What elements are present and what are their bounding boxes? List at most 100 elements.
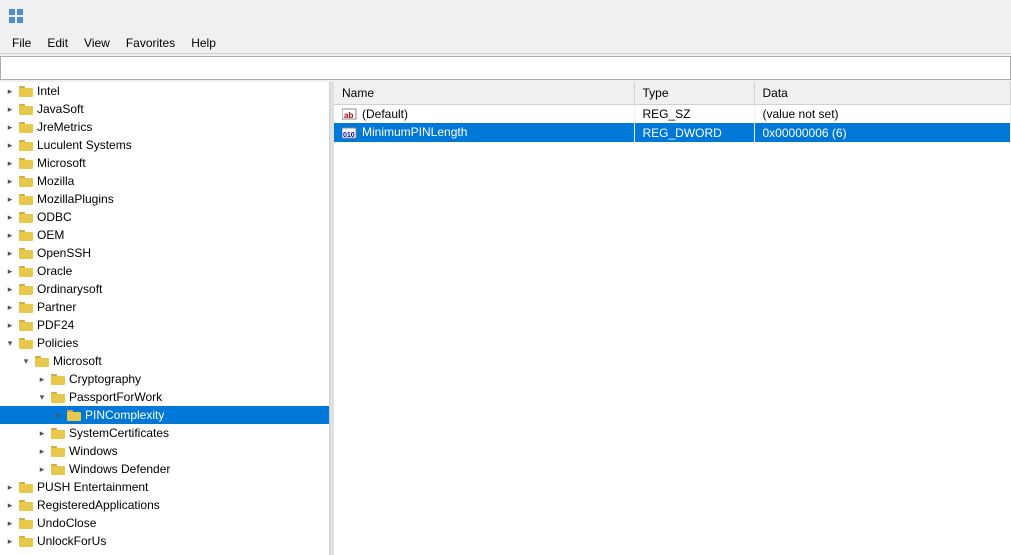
tree-item-mozilla[interactable]: ▸ Mozilla bbox=[0, 172, 329, 190]
folder-icon-pdf24 bbox=[18, 318, 34, 332]
tree-item-passportforwork[interactable]: ▾PassportForWork bbox=[0, 388, 329, 406]
expander-javasoft[interactable]: ▸ bbox=[2, 101, 18, 117]
tree-item-push[interactable]: ▸ PUSH Entertainment bbox=[0, 478, 329, 496]
expander-unlockforus[interactable]: ▸ bbox=[2, 533, 18, 549]
tree-pane[interactable]: ▸Intel▸JavaSoft▸JreMetrics▸Luculent Syst… bbox=[0, 82, 330, 555]
expander-pol-microsoft[interactable]: ▾ bbox=[18, 353, 34, 369]
minimize-button[interactable] bbox=[861, 0, 907, 32]
tree-item-unlockforus[interactable]: ▸UnlockForUs bbox=[0, 532, 329, 550]
folder-icon-pincomplexity bbox=[66, 408, 82, 422]
tree-label-partner: Partner bbox=[37, 298, 76, 316]
menu-view[interactable]: View bbox=[76, 34, 118, 52]
cell-name-minpinlength: 010 MinimumPINLength bbox=[334, 123, 634, 142]
tree-item-pdf24[interactable]: ▸ PDF24 bbox=[0, 316, 329, 334]
bin-icon: 010 bbox=[342, 126, 358, 140]
tree-label-microsoft: Microsoft bbox=[37, 154, 86, 172]
tree-item-registeredapps[interactable]: ▸RegisteredApplications bbox=[0, 496, 329, 514]
expander-policies[interactable]: ▾ bbox=[2, 335, 18, 351]
folder-icon-unlockforus bbox=[18, 534, 34, 548]
tree-item-openssh[interactable]: ▸OpenSSH bbox=[0, 244, 329, 262]
tree-label-pincomplexity: PINComplexity bbox=[85, 406, 164, 424]
tree-item-policies[interactable]: ▾Policies bbox=[0, 334, 329, 352]
expander-openssh[interactable]: ▸ bbox=[2, 245, 18, 261]
table-row[interactable]: 010 MinimumPINLength REG_DWORD0x00000006 (… bbox=[334, 123, 1011, 142]
expander-cryptography[interactable]: ▸ bbox=[34, 371, 50, 387]
tree-item-partner[interactable]: ▸ Partner bbox=[0, 298, 329, 316]
folder-icon-jremetrics bbox=[18, 120, 34, 134]
folder-icon-push bbox=[18, 480, 34, 494]
close-button[interactable] bbox=[957, 0, 1003, 32]
expander-oem[interactable]: ▸ bbox=[2, 227, 18, 243]
address-bar[interactable] bbox=[0, 56, 1011, 80]
cell-data-minpinlength: 0x00000006 (6) bbox=[754, 123, 1011, 142]
expander-microsoft[interactable]: ▸ bbox=[2, 155, 18, 171]
expander-systemcerts[interactable]: ▸ bbox=[34, 425, 50, 441]
tree-item-oem[interactable]: ▸ OEM bbox=[0, 226, 329, 244]
tree-item-microsoft[interactable]: ▸ Microsoft bbox=[0, 154, 329, 172]
expander-ordinarysoft[interactable]: ▸ bbox=[2, 281, 18, 297]
tree-label-windows: Windows bbox=[69, 442, 118, 460]
folder-icon-javasoft bbox=[18, 102, 34, 116]
tree-item-undoclose[interactable]: ▸ UndoClose bbox=[0, 514, 329, 532]
expander-passportforwork[interactable]: ▾ bbox=[34, 389, 50, 405]
cell-name-default: ab (Default) bbox=[334, 104, 634, 123]
expander-jremetrics[interactable]: ▸ bbox=[2, 119, 18, 135]
cell-type-minpinlength: REG_DWORD bbox=[634, 123, 754, 142]
expander-odbc[interactable]: ▸ bbox=[2, 209, 18, 225]
expander-registeredapps[interactable]: ▸ bbox=[2, 497, 18, 513]
expander-luculent[interactable]: ▸ bbox=[2, 137, 18, 153]
expander-oracle[interactable]: ▸ bbox=[2, 263, 18, 279]
tree-item-cryptography[interactable]: ▸ Cryptography bbox=[0, 370, 329, 388]
tree-label-oracle: Oracle bbox=[37, 262, 72, 280]
menu-help[interactable]: Help bbox=[183, 34, 224, 52]
expander-windowsdefender[interactable]: ▸ bbox=[34, 461, 50, 477]
tree-item-javasoft[interactable]: ▸JavaSoft bbox=[0, 100, 329, 118]
tree-label-oem: OEM bbox=[37, 226, 64, 244]
folder-icon-oracle bbox=[18, 264, 34, 278]
expander-mozilla[interactable]: ▸ bbox=[2, 173, 18, 189]
expander-pdf24[interactable]: ▸ bbox=[2, 317, 18, 333]
maximize-button[interactable] bbox=[909, 0, 955, 32]
tree-item-luculent[interactable]: ▸ Luculent Systems bbox=[0, 136, 329, 154]
tree-item-pincomplexity[interactable]: ▸ PINComplexity bbox=[0, 406, 329, 424]
menu-edit[interactable]: Edit bbox=[39, 34, 76, 52]
tree-label-luculent: Luculent Systems bbox=[37, 136, 132, 154]
tree-label-push: PUSH Entertainment bbox=[37, 478, 148, 496]
tree-item-intel[interactable]: ▸Intel bbox=[0, 82, 329, 100]
tree-label-undoclose: UndoClose bbox=[37, 514, 96, 532]
expander-mozillaplugins[interactable]: ▸ bbox=[2, 191, 18, 207]
expander-undoclose[interactable]: ▸ bbox=[2, 515, 18, 531]
title-bar bbox=[0, 0, 1011, 32]
expander-intel[interactable]: ▸ bbox=[2, 83, 18, 99]
col-header-name[interactable]: Name bbox=[334, 82, 634, 104]
ab-icon: ab bbox=[342, 107, 358, 121]
expander-windows[interactable]: ▸ bbox=[34, 443, 50, 459]
tree-item-pol-microsoft[interactable]: ▾Microsoft bbox=[0, 352, 329, 370]
menu-file[interactable]: File bbox=[4, 34, 39, 52]
tree-item-windows[interactable]: ▸ Windows bbox=[0, 442, 329, 460]
tree-item-odbc[interactable]: ▸ODBC bbox=[0, 208, 329, 226]
tree-item-jremetrics[interactable]: ▸JreMetrics bbox=[0, 118, 329, 136]
expander-pincomplexity[interactable]: ▸ bbox=[50, 407, 66, 423]
tree-label-systemcerts: SystemCertificates bbox=[69, 424, 169, 442]
folder-icon-partner bbox=[18, 300, 34, 314]
tree-item-mozillaplugins[interactable]: ▸MozillaPlugins bbox=[0, 190, 329, 208]
reg-name-default: (Default) bbox=[362, 107, 408, 121]
tree-label-pdf24: PDF24 bbox=[37, 316, 74, 334]
col-header-type[interactable]: Type bbox=[634, 82, 754, 104]
menu-favorites[interactable]: Favorites bbox=[118, 34, 183, 52]
tree-item-ordinarysoft[interactable]: ▸Ordinarysoft bbox=[0, 280, 329, 298]
tree-label-cryptography: Cryptography bbox=[69, 370, 141, 388]
tree-item-systemcerts[interactable]: ▸ SystemCertificates bbox=[0, 424, 329, 442]
expander-push[interactable]: ▸ bbox=[2, 479, 18, 495]
reg-name-minpinlength: MinimumPINLength bbox=[362, 125, 467, 139]
col-header-data[interactable]: Data bbox=[754, 82, 1011, 104]
expander-partner[interactable]: ▸ bbox=[2, 299, 18, 315]
folder-icon-ordinarysoft bbox=[18, 282, 34, 296]
tree-item-oracle[interactable]: ▸ Oracle bbox=[0, 262, 329, 280]
right-pane: Name Type Data ab(Default)REG_SZ(value n… bbox=[334, 82, 1011, 555]
folder-icon-odbc bbox=[18, 210, 34, 224]
tree-label-mozilla: Mozilla bbox=[37, 172, 74, 190]
table-row[interactable]: ab(Default)REG_SZ(value not set) bbox=[334, 104, 1011, 123]
tree-item-windowsdefender[interactable]: ▸Windows Defender bbox=[0, 460, 329, 478]
